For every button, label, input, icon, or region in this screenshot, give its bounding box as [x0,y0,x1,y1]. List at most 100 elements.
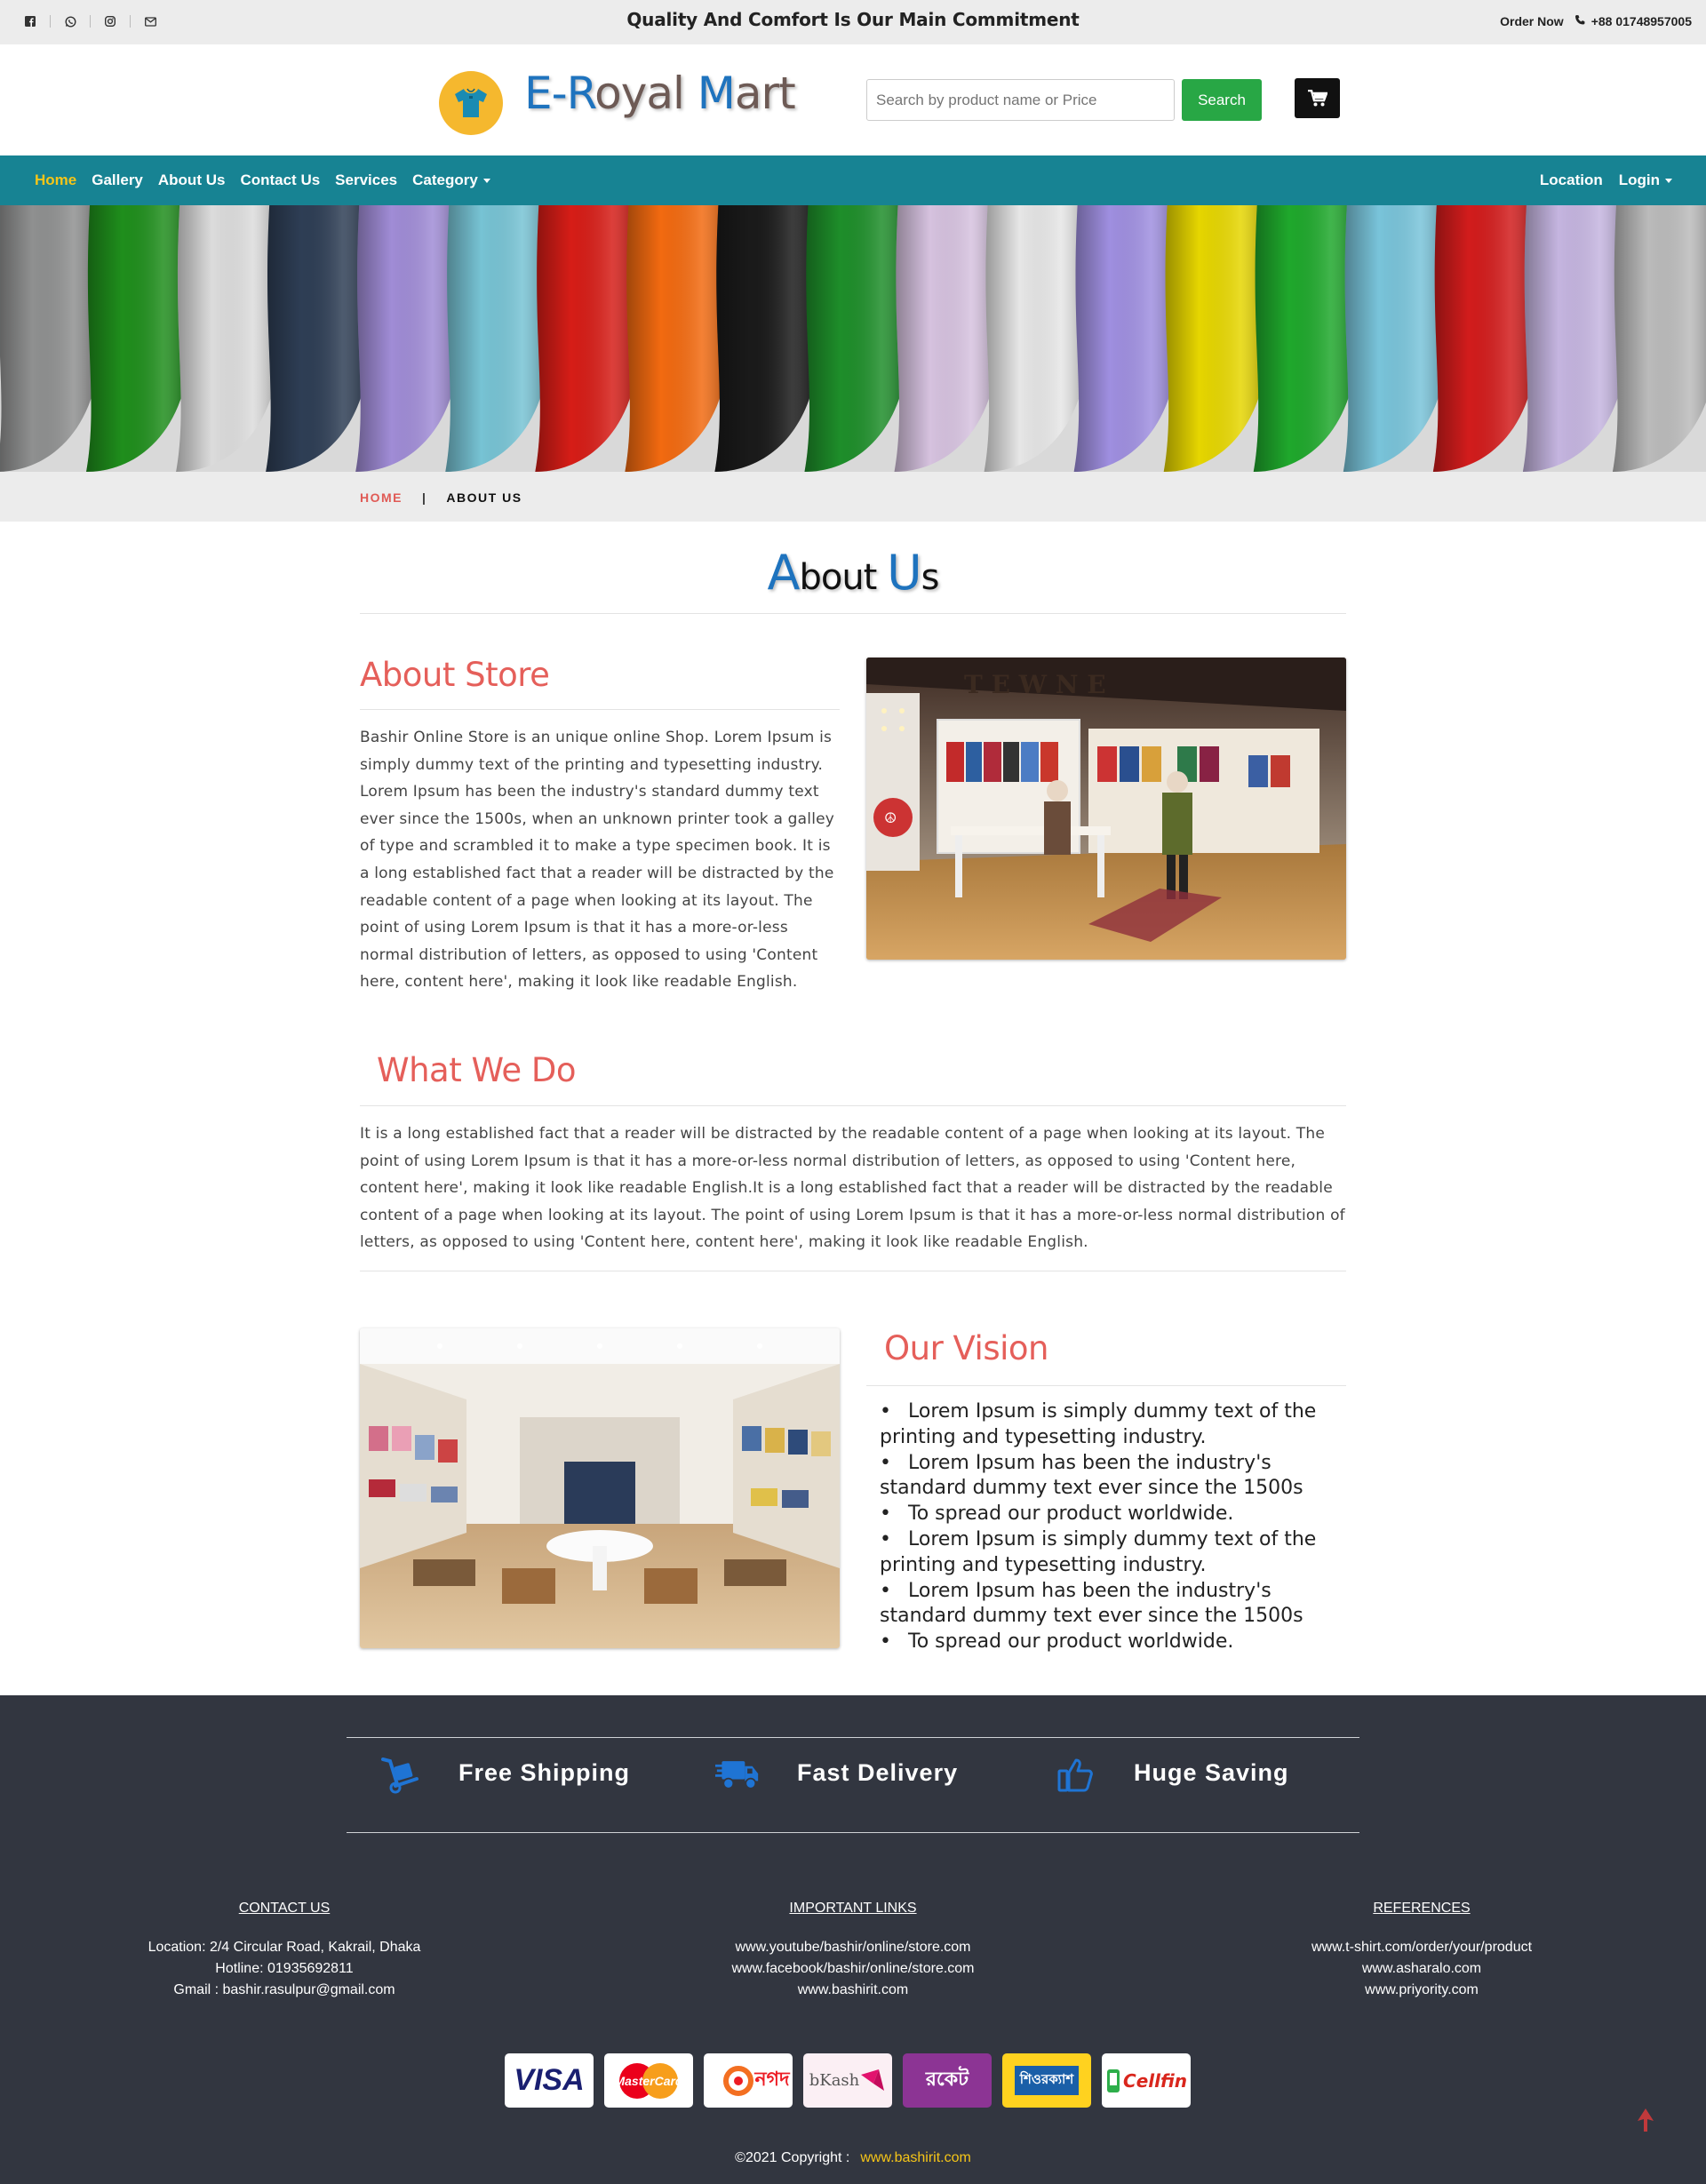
list-item: • Lorem Ipsum has been the industry's sta… [880,1579,1342,1630]
tagline: Quality And Comfort Is Our Main Commitme… [626,9,1080,30]
logo-icon[interactable] [439,71,503,135]
nav-about-us[interactable]: About Us [158,171,226,189]
search-input[interactable] [866,79,1175,121]
about-store-text: Bashir Online Store is an unique online … [360,729,835,992]
our-vision-title: Our Vision [884,1329,1048,1367]
visa-logo: VISA [505,2053,594,2108]
truck-icon [715,1752,760,1797]
title-letter: A [767,545,801,601]
copyright: ©2021 Copyright : www.bashirit.com [0,2150,1706,2166]
list-item-text: Lorem Ipsum is simply dummy text of the … [880,1400,1317,1448]
title-letter: U [887,545,922,601]
cart-icon [1307,89,1327,106]
payment-methods: VISA MasterCard নগদ bKash রকেট শিওরক্যাশ… [505,2053,1191,2108]
copyright-link[interactable]: www.bashirit.com [860,2150,970,2165]
search-button[interactable]: Search [1182,79,1262,121]
footer-link[interactable]: www.bashirit.com [675,1980,1031,2001]
svg-text:MasterCard: MasterCard [614,2074,682,2088]
breadcrumb-separator: | [422,490,427,505]
nav-login[interactable]: Login [1619,171,1672,189]
footer-important-links: IMPORTANT LINKS www.youtube/bashir/onlin… [675,1898,1031,2001]
phone-number: +88 01748957005 [1590,14,1692,28]
title-part: s [921,557,940,598]
brand-part: M [697,68,736,119]
title-part: bout [799,557,888,598]
divider [360,613,1346,614]
footer-link[interactable]: www.youtube/bashir/online/store.com [675,1937,1031,1958]
bullet-icon: • [880,1502,891,1526]
top-bar: Quality And Comfort Is Our Main Commitme… [0,0,1706,44]
phone-icon [1574,14,1586,28]
feature-label: Fast Delivery [797,1759,959,1786]
nav-login-label: Login [1618,171,1660,188]
nav-home[interactable]: Home [35,171,76,189]
feature-label: Huge Saving [1134,1759,1289,1786]
store-floor-image [360,1328,840,1648]
thumbs-up-icon [1054,1752,1098,1797]
brand-part: R [566,68,595,119]
bkash-logo: bKash [803,2053,892,2108]
breadcrumb-home[interactable]: HOME [360,490,403,505]
feature-free-shipping: Free Shipping [379,1752,629,1797]
nav-category-label: Category [412,171,478,188]
nav-gallery[interactable]: Gallery [92,171,143,189]
nav-category[interactable]: Category [412,171,490,189]
brand-part: E- [524,68,568,119]
breadcrumb: HOME | ABOUT US [0,472,1706,522]
footer-link[interactable]: www.asharalo.com [1244,1958,1599,1980]
what-we-do-title: What We Do [377,1051,577,1089]
divider [347,1832,1359,1833]
copyright-text: ©2021 Copyright : [735,2150,850,2165]
rocket-logo: রকেট [903,2053,992,2108]
footer-line[interactable]: Gmail : bashir.rasulpur@gmail.com [107,1980,462,2001]
scroll-to-top-icon[interactable] [1638,2108,1654,2136]
svg-text:T E W N E: T E W N E [964,670,1106,699]
footer-heading: IMPORTANT LINKS [789,1901,917,1916]
bullet-icon: • [880,1400,891,1423]
footer-contact: CONTACT US Location: 2/4 Circular Road, … [107,1898,462,2001]
brand-name[interactable]: E-Royal Mart [524,68,796,119]
divider [866,1385,1346,1386]
surecash-logo: শিওরক্যাশ [1002,2053,1091,2108]
divider [360,1105,1346,1106]
main-nav: Home Gallery About Us Contact Us Service… [0,155,1706,205]
nagad-logo: নগদ [704,2053,793,2108]
footer-link[interactable]: www.facebook/bashir/online/store.com [675,1958,1031,1980]
list-item: • To spread our product worldwide. [880,1630,1342,1655]
list-item: • Lorem Ipsum is simply dummy text of the… [880,1527,1342,1579]
footer-line: Hotline: 01935692811 [215,1961,354,1976]
cart-button[interactable] [1295,78,1340,118]
dolly-icon [379,1752,423,1797]
page-title: About Us [0,545,1706,601]
footer-heading: CONTACT US [238,1901,331,1916]
cellfin-logo: Cellfin [1102,2053,1191,2108]
nav-location[interactable]: Location [1540,171,1603,189]
store-interior-image: T E W N E ☮ [866,658,1346,960]
order-now[interactable]: Order Now +88 01748957005 [1500,14,1692,28]
footer-heading: REFERENCES [1373,1901,1471,1916]
nav-contact-us[interactable]: Contact Us [240,171,320,189]
list-item-text: Lorem Ipsum is simply dummy text of the … [880,1527,1317,1576]
chevron-down-icon [482,178,490,183]
list-item-text: To spread our product worldwide. [908,1630,1234,1654]
brand-part: art [734,68,796,119]
order-label: Order Now [1500,14,1564,28]
svg-text:☮: ☮ [884,809,897,826]
bullet-icon: • [880,1451,891,1474]
site-footer: Free Shipping Fast Delivery Huge Saving … [0,1695,1706,2184]
list-item-text: To spread our product worldwide. [908,1502,1234,1526]
site-header: E-Royal Mart Search [0,44,1706,155]
bullet-icon: • [880,1579,891,1602]
what-we-do-text: It is a long established fact that a rea… [360,1125,1345,1252]
vision-list: • Lorem Ipsum is simply dummy text of the… [880,1399,1342,1655]
bullet-icon: • [880,1630,891,1654]
nav-services[interactable]: Services [335,171,397,189]
list-item: • To spread our product worldwide. [880,1502,1342,1527]
footer-line: Location: 2/4 Circular Road, Kakrail, Dh… [147,1940,421,1955]
footer-link[interactable]: www.t-shirt.com/order/your/product [1244,1937,1599,1958]
bullet-icon: • [880,1527,891,1550]
about-store-title: About Store [360,656,550,694]
footer-link[interactable]: www.priyority.com [1244,1980,1599,2001]
list-item-text: Lorem Ipsum has been the industry's stan… [880,1579,1303,1628]
brand-part: oyal [594,68,698,119]
